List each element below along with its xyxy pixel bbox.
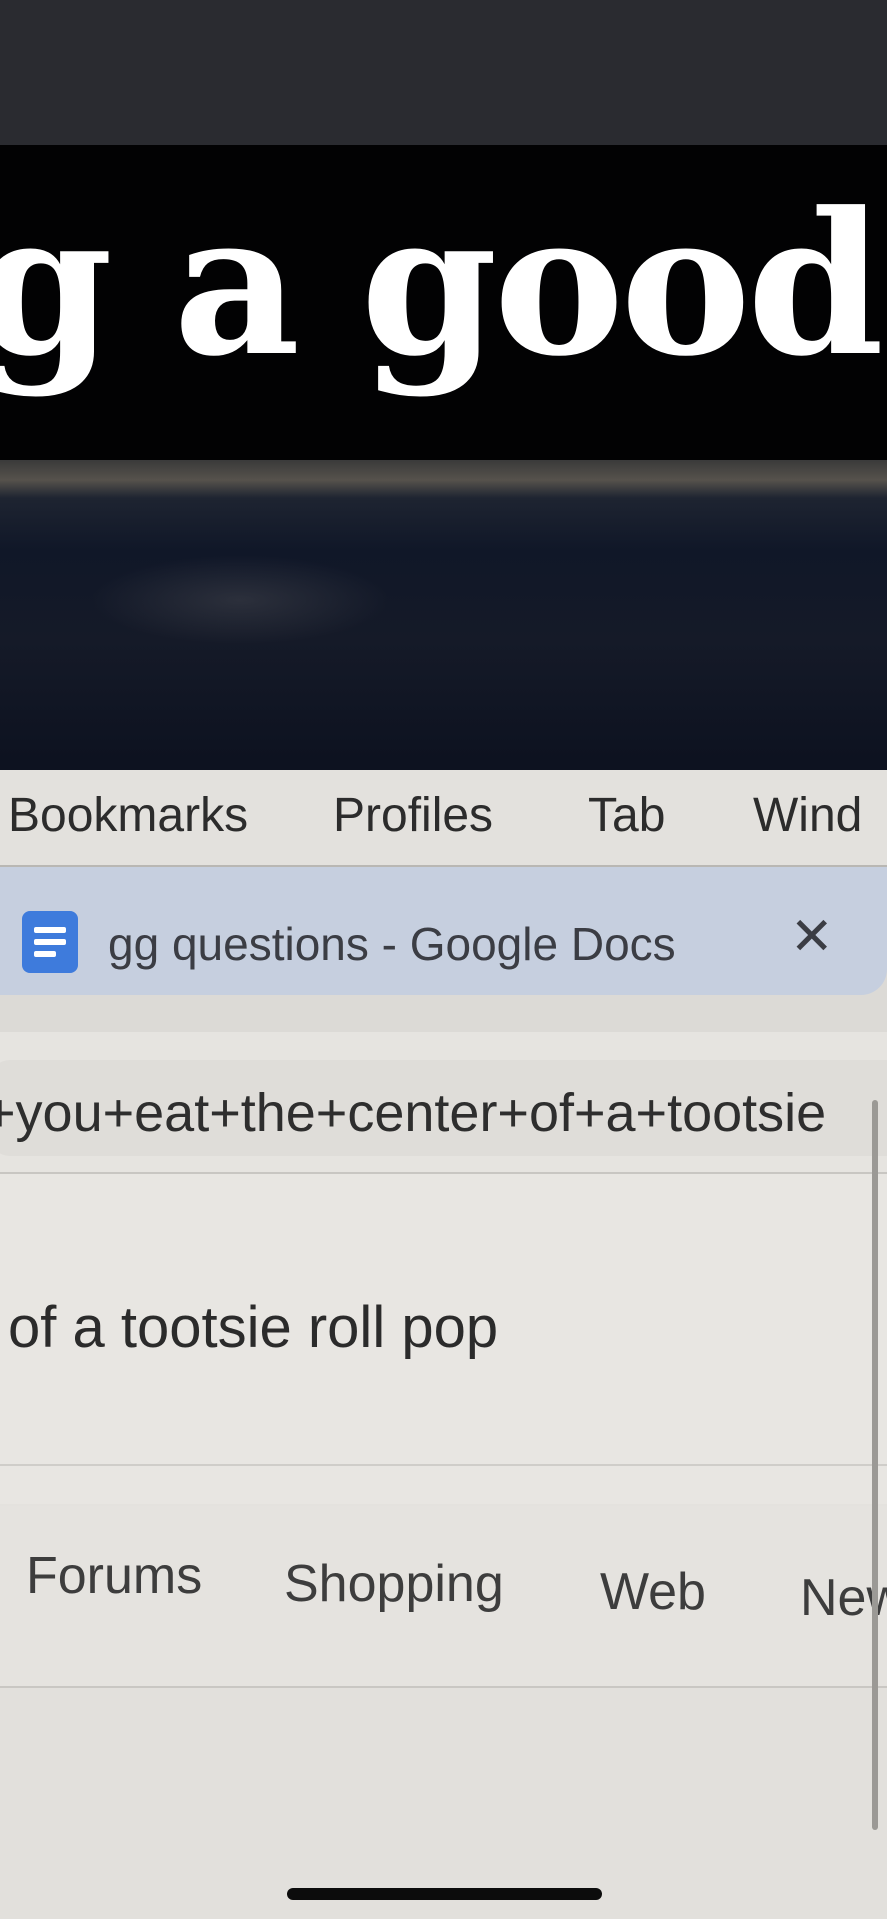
monitor-bezel	[0, 460, 887, 770]
url-text: +you+eat+the+center+of+a+tootsie	[0, 1083, 827, 1143]
menu-item-bookmarks[interactable]: Bookmarks	[8, 788, 248, 843]
address-bar: +you+eat+the+center+of+a+tootsie	[0, 1032, 887, 1174]
mac-menu-bar: Bookmarks Profiles Tab Wind	[0, 770, 887, 867]
browser-tab-active[interactable]: gg questions - Google Docs ✕	[0, 867, 887, 995]
tab-web[interactable]: Web	[600, 1562, 706, 1622]
google-docs-icon	[22, 911, 78, 973]
tab-title: gg questions - Google Docs	[108, 918, 676, 970]
search-query-text[interactable]: of a tootsie roll pop	[8, 1294, 498, 1361]
browser-screen: Bookmarks Profiles Tab Wind gg questions…	[0, 770, 887, 1919]
close-icon[interactable]: ✕	[790, 911, 834, 963]
phone-status-strip	[0, 0, 887, 145]
home-indicator[interactable]	[287, 1888, 602, 1900]
video-caption-band: g a good d	[0, 145, 887, 460]
search-filter-tabs: Forums Shopping Web New	[0, 1506, 887, 1688]
menu-item-window[interactable]: Wind	[753, 788, 862, 843]
search-results-area	[0, 1688, 887, 1919]
menu-item-profiles[interactable]: Profiles	[333, 788, 493, 843]
tab-forums[interactable]: Forums	[26, 1546, 202, 1606]
bezel-glare	[90, 555, 390, 645]
menu-item-tab[interactable]: Tab	[588, 788, 665, 843]
video-caption-text: g a good d	[0, 170, 887, 400]
tab-shopping[interactable]: Shopping	[284, 1554, 504, 1614]
url-input[interactable]: +you+eat+the+center+of+a+tootsie	[0, 1060, 887, 1156]
browser-tab-strip: gg questions - Google Docs ✕	[0, 867, 887, 1032]
divider	[0, 1464, 887, 1466]
scrollbar[interactable]	[872, 1100, 878, 1830]
search-query-area: of a tootsie roll pop	[0, 1174, 887, 1504]
